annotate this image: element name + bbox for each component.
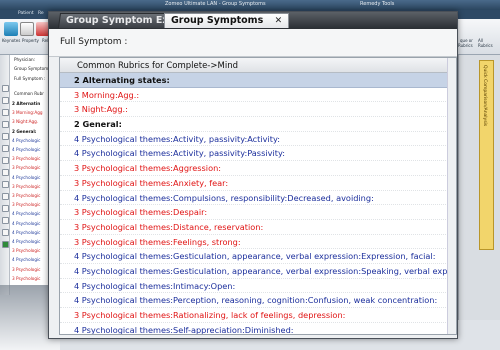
bg-side-row: 3 Psychologic — [12, 183, 41, 189]
rubric-row[interactable]: 4 Psychological themes:Gesticulation, ap… — [60, 249, 456, 264]
tab-group-symptoms[interactable]: Group Symptoms ✕ — [164, 13, 290, 28]
toolbar-icon[interactable] — [2, 109, 9, 116]
bg-ribbon-label-keynotes: Keynotes — [2, 38, 21, 43]
bg-side-row: 4 Psychologic — [12, 220, 41, 226]
bg-ribbon-label-right-3: Rubrics — [458, 43, 473, 48]
bg-menu-tab-patient[interactable]: Patient — [18, 11, 34, 16]
rubric-row[interactable]: 2 Alternating states: — [60, 73, 456, 88]
rubric-row[interactable]: 2 General: — [60, 117, 456, 132]
bg-common-rubrics-label: Common Rubr — [14, 91, 44, 96]
toolbar-icon[interactable] — [2, 85, 9, 92]
full-symptom-label: Full Symptom : — [60, 37, 128, 47]
bg-physician-label: Physician: — [14, 57, 36, 62]
dialog-tab-bar: Group Symptom Extract Group Symptoms ✕ — [49, 12, 457, 29]
bg-ribbon-label-property: Property — [22, 38, 39, 43]
full-symptom-row: Full Symptom : — [49, 29, 457, 57]
bg-side-row: 3 Psychologic — [12, 248, 41, 254]
bg-side-row: 4 Psychologic — [12, 239, 41, 244]
bg-side-row: 3 Psychologic — [12, 266, 41, 272]
bg-side-row: 3 Psychologic — [12, 193, 41, 198]
bg-side-row: 4 Psychologic — [12, 229, 41, 235]
close-icon[interactable]: ✕ — [275, 16, 283, 26]
tab-label: Group Symptoms — [171, 15, 264, 26]
bg-side-row: 3 Psychologic — [12, 156, 41, 162]
bg-remedy-tools: Remedy Tools — [360, 1, 395, 7]
toolbar-icon[interactable] — [2, 133, 9, 140]
bg-side-row: 4 Psychologic — [12, 174, 41, 180]
toolbar-icon[interactable] — [2, 181, 9, 188]
bg-side-row: 4 Psychologic — [12, 147, 41, 152]
rubric-row[interactable]: 3 Psychological themes:Feelings, strong: — [60, 235, 456, 250]
rubric-row[interactable]: 4 Psychological themes:Compulsions, resp… — [60, 191, 456, 206]
bg-menu-tab-re[interactable]: Re — [38, 11, 44, 16]
full-symptom-field[interactable] — [119, 35, 454, 49]
toolbar-icon[interactable] — [2, 241, 9, 248]
toolbar-icon[interactable] — [2, 145, 9, 152]
rubric-row[interactable]: 3 Psychological themes:Rationalizing, la… — [60, 308, 456, 323]
rubric-row[interactable]: 3 Morning:Agg.: — [60, 88, 456, 103]
rubric-rows: 2 Alternating states: 3 Morning:Agg.: 3 Ni… — [60, 73, 456, 334]
toolbar-icon[interactable] — [2, 193, 9, 200]
group-symptoms-dialog: Group Symptom Extract Group Symptoms ✕ F… — [48, 11, 458, 339]
rubric-row[interactable]: 3 Night:Agg.: — [60, 102, 456, 118]
bg-full-symptom-label: Full Symptom : — [14, 76, 46, 81]
bg-side-row: 3 Psychologic — [12, 202, 41, 208]
rubric-row[interactable]: 4 Psychological themes:Self-appreciation… — [60, 323, 456, 334]
rubric-row[interactable]: 3 Psychological themes:Distance, reserva… — [60, 220, 456, 235]
toolbar-icon[interactable] — [2, 169, 9, 176]
list-scrollbar[interactable] — [447, 58, 456, 334]
toolbar-icon[interactable] — [2, 217, 9, 224]
rubric-row[interactable]: 4 Psychological themes:Gesticulation, ap… — [60, 264, 456, 279]
toolbar-icon[interactable] — [2, 229, 9, 236]
toolbar-icon[interactable] — [2, 205, 9, 212]
bg-window-title: Zomeo Ultimate LAN - Group Symptoms — [165, 1, 266, 7]
rubrics-list: Common Rubrics for Complete->Mind 2 Alte… — [59, 57, 457, 335]
bg-side-row: 3 Night:Agg. — [12, 119, 39, 125]
rubric-row[interactable]: 4 Psychological themes:Activity, passivi… — [60, 146, 456, 162]
toolbar-icon[interactable] — [2, 97, 9, 104]
toolbar-icon[interactable] — [2, 157, 9, 164]
bg-side-row: 2 General: — [12, 128, 37, 134]
quick-comparison-label: Quick Comparison/Analysis — [482, 65, 487, 127]
bg-side-row: 3 Psychologic — [12, 165, 41, 171]
bg-left-toolbar — [0, 55, 10, 295]
bg-title-bar: Zomeo Ultimate LAN - Group Symptoms Reme… — [0, 0, 500, 10]
bg-side-row: 2 Alternatin — [12, 101, 41, 106]
bg-ribbon-label-right-4: Rubrics — [478, 43, 493, 48]
bg-side-row: 4 Psychologic — [12, 257, 41, 263]
rubric-row[interactable]: 3 Psychological themes:Aggression: — [60, 161, 456, 176]
bg-side-row: 3 Psychologic — [12, 275, 41, 281]
rubric-row[interactable]: 4 Psychological themes:Perception, reaso… — [60, 293, 456, 308]
quick-comparison-panel[interactable]: Quick Comparison/Analysis — [479, 60, 494, 250]
bg-side-row: 4 Psychologic — [12, 211, 41, 217]
bg-side-row: 3 Morning:Agg — [12, 110, 43, 116]
property-icon[interactable] — [20, 22, 34, 36]
toolbar-icon[interactable] — [2, 121, 9, 128]
bg-group-symptom-label: Group Symptom — [14, 66, 49, 71]
rubric-row[interactable]: 4 Psychological themes:Intimacy:Open: — [60, 279, 456, 294]
rubric-row[interactable]: 3 Psychological themes:Anxiety, fear: — [60, 176, 456, 191]
bg-side-row: 4 Psychologic — [12, 137, 41, 143]
list-header: Common Rubrics for Complete->Mind — [60, 58, 456, 73]
rubric-row[interactable]: 4 Psychological themes:Activity, passivi… — [60, 132, 456, 147]
keynotes-icon[interactable] — [4, 22, 18, 36]
rubric-row[interactable]: 3 Psychological themes:Despair: — [60, 205, 456, 220]
